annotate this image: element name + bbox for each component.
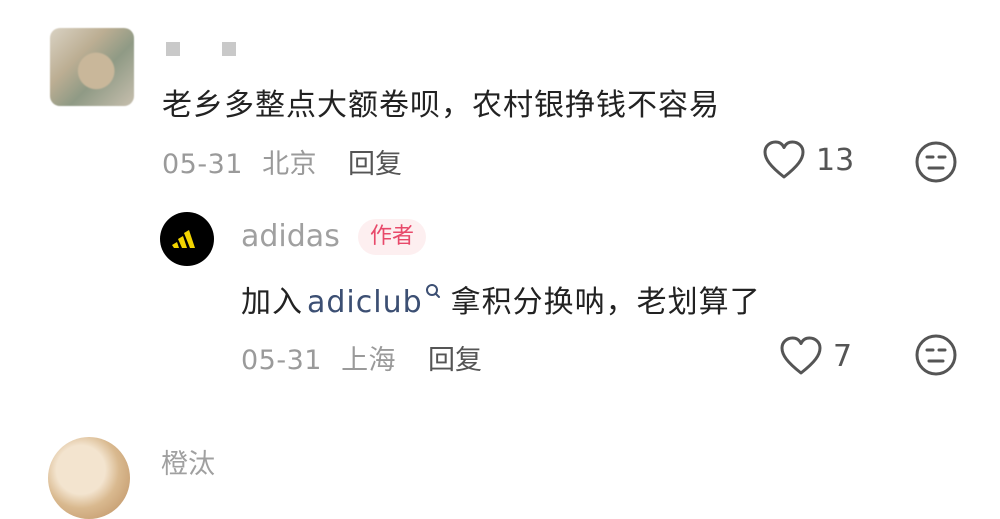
neutral-face-icon <box>915 141 957 183</box>
like-button[interactable]: 13 <box>762 140 854 180</box>
adiclub-link[interactable]: adiclub <box>307 284 441 320</box>
like-count: 13 <box>816 142 855 178</box>
author-badge: 作者 <box>358 219 427 255</box>
comment-meta: 05-31 北京 <box>162 142 317 181</box>
reply-button[interactable]: 回复 <box>348 142 402 181</box>
reply-like-button[interactable]: 7 <box>779 336 852 376</box>
emoji-react-button[interactable] <box>914 140 958 188</box>
reply-author-name[interactable]: adidas <box>241 219 340 254</box>
adidas-logo <box>172 230 195 248</box>
search-icon <box>425 284 440 298</box>
next-commenter-username[interactable]: 橙汰 <box>161 442 215 481</box>
comment-location: 北京 <box>262 149 318 180</box>
reply-text: 加入 adiclub 拿积分换呐，老划算了 <box>241 277 761 321</box>
neutral-face-icon <box>915 334 957 376</box>
heart-outline-icon <box>780 336 822 375</box>
reply-location: 上海 <box>341 345 397 376</box>
next-commenter-avatar[interactable] <box>48 437 130 519</box>
username-censored[interactable] <box>166 42 236 58</box>
reply-reply-button[interactable]: 回复 <box>428 338 482 377</box>
reply-text-after: 拿积分换呐，老划算了 <box>450 285 761 320</box>
comment-text: 老乡多整点大额卷呗，农村银挣钱不容易 <box>162 88 720 123</box>
adiclub-link-label: adiclub <box>307 285 423 320</box>
reply-meta: 05-31 上海 <box>241 338 396 377</box>
heart-outline-icon <box>763 140 805 179</box>
reply-text-before: 加入 <box>241 285 303 320</box>
commenter-avatar[interactable] <box>50 28 134 106</box>
reply-date: 05-31 <box>241 345 322 376</box>
author-avatar[interactable] <box>160 212 214 266</box>
comment-date: 05-31 <box>162 149 243 180</box>
reply-like-count: 7 <box>833 338 853 374</box>
reply-emoji-react-button[interactable] <box>914 333 958 381</box>
